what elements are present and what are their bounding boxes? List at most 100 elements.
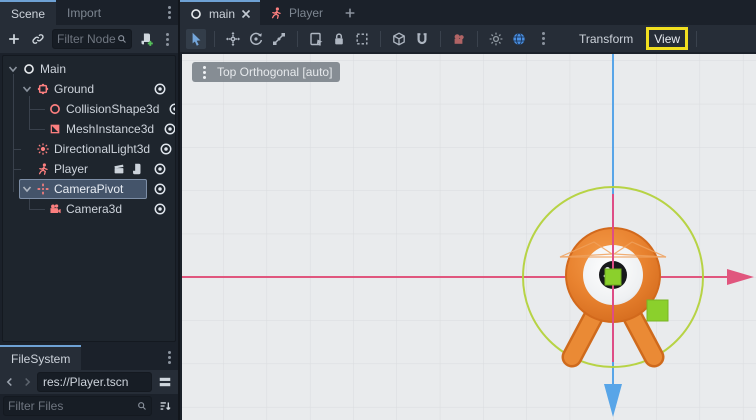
scene-tab-player[interactable]: Player	[260, 0, 332, 25]
split-view-icon	[158, 375, 172, 389]
node-badges	[112, 162, 144, 176]
resource-path-input[interactable]	[43, 375, 146, 389]
attach-script-icon	[138, 31, 154, 47]
local-space-icon	[391, 31, 407, 47]
snap-icon	[414, 31, 430, 47]
add-node-button[interactable]	[4, 29, 24, 49]
visibility-icon[interactable]	[168, 102, 176, 116]
visibility-icon[interactable]	[163, 122, 176, 136]
viewport-3d[interactable]: Top Orthogonal [auto]	[182, 54, 756, 420]
file-sort-button[interactable]	[155, 396, 175, 416]
tab-scene-label: Scene	[11, 7, 45, 21]
new-scene-tab-button[interactable]	[340, 3, 360, 23]
tab-scene[interactable]: Scene	[0, 0, 56, 25]
back-icon[interactable]	[3, 375, 17, 389]
scene-tab-label: Player	[289, 6, 323, 20]
chevron-down-icon[interactable]	[22, 184, 32, 194]
tab-filesystem[interactable]: FileSystem	[0, 345, 81, 370]
filter-files-input[interactable]	[8, 399, 137, 413]
static-body-icon	[36, 82, 50, 96]
snap-button[interactable]	[412, 29, 432, 49]
resource-path-field[interactable]	[37, 372, 152, 392]
gizmo-center-handle[interactable]	[605, 269, 621, 285]
tree-node-collisionshape3d[interactable]: CollisionShape3d	[3, 99, 175, 119]
scene-tree: Main Ground	[2, 55, 176, 342]
node-label: CollisionShape3d	[66, 102, 159, 116]
visibility-icon[interactable]	[153, 182, 167, 196]
preview-sunlight-button[interactable]	[486, 29, 506, 49]
transform-menu[interactable]: Transform	[571, 30, 641, 48]
tab-import[interactable]: Import	[56, 0, 112, 25]
move-tool-icon	[225, 31, 241, 47]
script-icon[interactable]	[130, 162, 144, 176]
rotate-tool-button[interactable]	[246, 29, 266, 49]
camera-icon	[48, 202, 62, 216]
node-label: MeshInstance3d	[66, 122, 154, 136]
toolbar-separator	[380, 31, 381, 47]
visibility-icon[interactable]	[153, 202, 167, 216]
sun-icon	[488, 31, 504, 47]
attach-script-button[interactable]	[136, 29, 156, 49]
node-label: Ground	[54, 82, 94, 96]
instanced-scene-icon[interactable]	[112, 162, 126, 176]
node-label: Player	[54, 162, 88, 176]
plus-icon	[7, 32, 21, 46]
toggle-split-mode-button[interactable]	[155, 372, 175, 392]
group-button[interactable]	[352, 29, 372, 49]
view-menu[interactable]: View	[654, 32, 680, 46]
select-tool-icon	[188, 31, 204, 47]
lock-button[interactable]	[329, 29, 349, 49]
environment-globe-icon	[511, 31, 527, 47]
view-label-chip[interactable]: Top Orthogonal [auto]	[192, 62, 340, 82]
main-area: main Player	[180, 0, 756, 420]
visibility-icon[interactable]	[153, 162, 167, 176]
select-tool-button[interactable]	[186, 29, 206, 49]
gizmo-plane-handle[interactable]	[647, 300, 668, 321]
search-icon	[137, 401, 147, 411]
scale-tool-icon	[271, 31, 287, 47]
move-tool-button[interactable]	[223, 29, 243, 49]
close-icon[interactable]	[241, 9, 251, 19]
filesystem-dock: FileSystem	[0, 345, 178, 420]
group-icon	[354, 31, 370, 47]
tree-node-camera3d[interactable]: Camera3d	[3, 199, 175, 219]
toolbar-separator	[440, 31, 441, 47]
tree-node-player[interactable]: Player	[3, 159, 175, 179]
list-select-button[interactable]	[306, 29, 326, 49]
instance-scene-button[interactable]	[28, 29, 48, 49]
filter-files-field[interactable]	[3, 396, 152, 416]
tree-node-camerapivot[interactable]: CameraPivot	[3, 179, 175, 199]
local-space-button[interactable]	[389, 29, 409, 49]
godot-editor: Scene Import	[0, 0, 756, 420]
node-icon	[189, 7, 203, 21]
forward-icon[interactable]	[20, 375, 34, 389]
tree-node-main[interactable]: Main	[3, 59, 175, 79]
tree-node-ground[interactable]: Ground	[3, 79, 175, 99]
preview-environment-button[interactable]	[509, 29, 529, 49]
scene-tab-main[interactable]: main	[180, 0, 260, 25]
filesystem-menu-icon[interactable]	[162, 349, 176, 365]
visibility-icon[interactable]	[153, 82, 167, 96]
view-label: Top Orthogonal [auto]	[217, 65, 332, 79]
tree-node-directionallight3d[interactable]: DirectionalLight3d	[3, 139, 175, 159]
tree-node-meshinstance3d[interactable]: MeshInstance3d	[3, 119, 175, 139]
view-label-menu-icon[interactable]	[197, 64, 211, 80]
lock-icon	[331, 31, 347, 47]
filesystem-nav-row	[0, 370, 178, 394]
viewport-canvas[interactable]	[182, 54, 756, 420]
filter-nodes-field[interactable]	[52, 29, 132, 49]
view-options-menu-icon[interactable]	[536, 31, 550, 47]
character-body-icon	[269, 6, 283, 20]
chevron-down-icon[interactable]	[8, 64, 18, 74]
node-label: Camera3d	[66, 202, 122, 216]
tab-import-label: Import	[67, 6, 101, 20]
link-icon	[31, 32, 45, 46]
scene-tree-menu-icon[interactable]	[160, 31, 174, 47]
scene-dock-tabs: Scene Import	[0, 0, 178, 25]
visibility-icon[interactable]	[159, 142, 173, 156]
scale-tool-button[interactable]	[269, 29, 289, 49]
filter-nodes-input[interactable]	[57, 32, 117, 46]
camera-preview-button[interactable]	[449, 29, 469, 49]
chevron-down-icon[interactable]	[22, 84, 32, 94]
scene-dock-menu-icon[interactable]	[162, 4, 176, 20]
